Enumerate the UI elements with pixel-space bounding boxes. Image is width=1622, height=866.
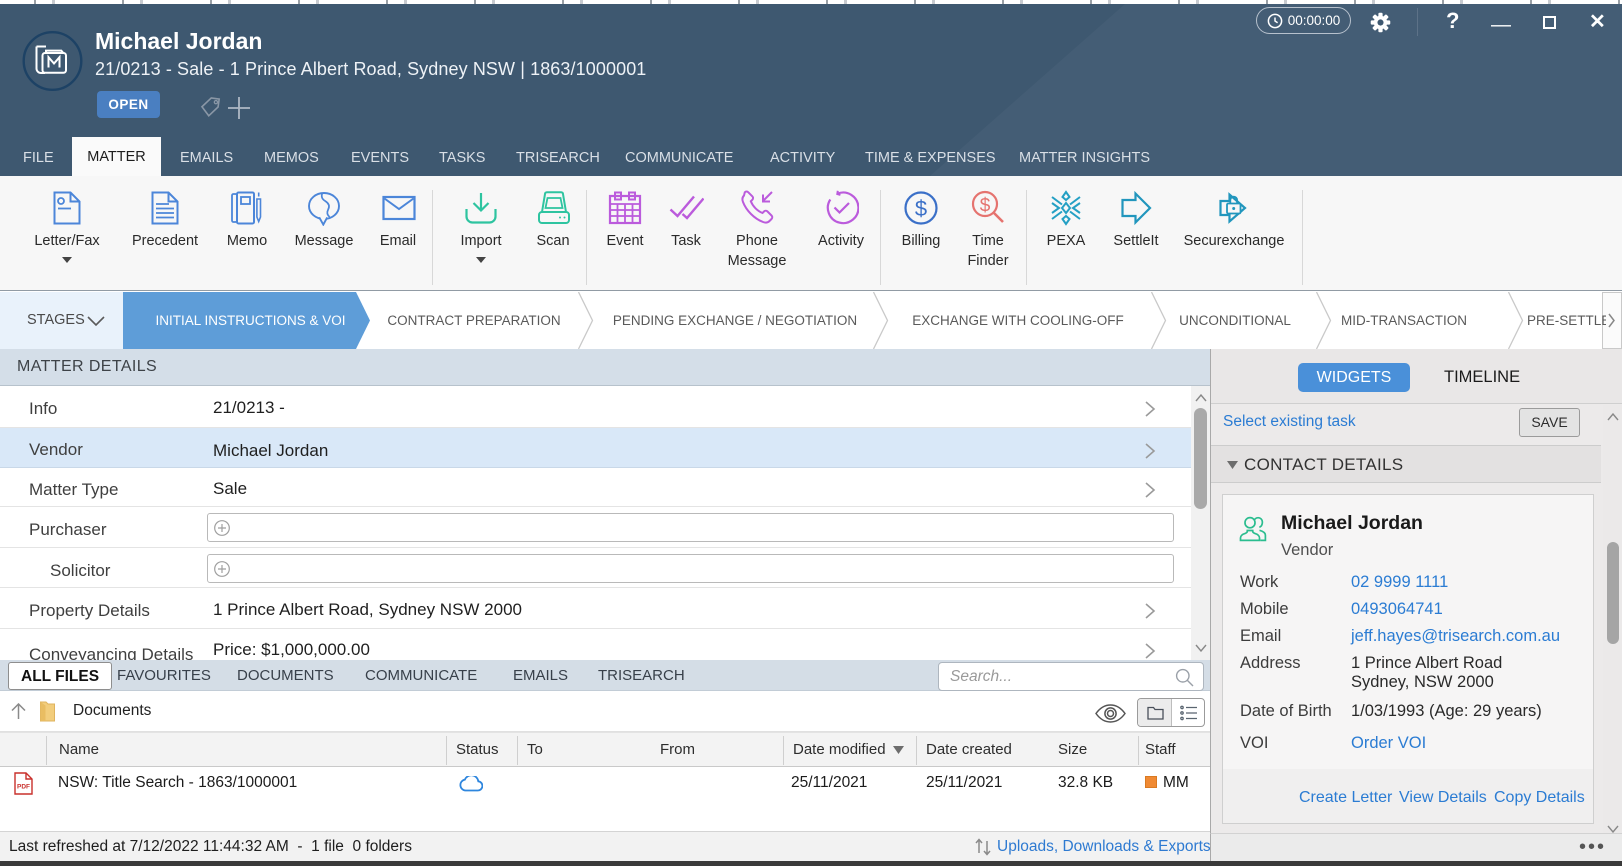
svg-text:PDF: PDF: [17, 784, 30, 791]
svg-text:$: $: [915, 196, 927, 221]
svg-text:$: $: [980, 196, 991, 217]
